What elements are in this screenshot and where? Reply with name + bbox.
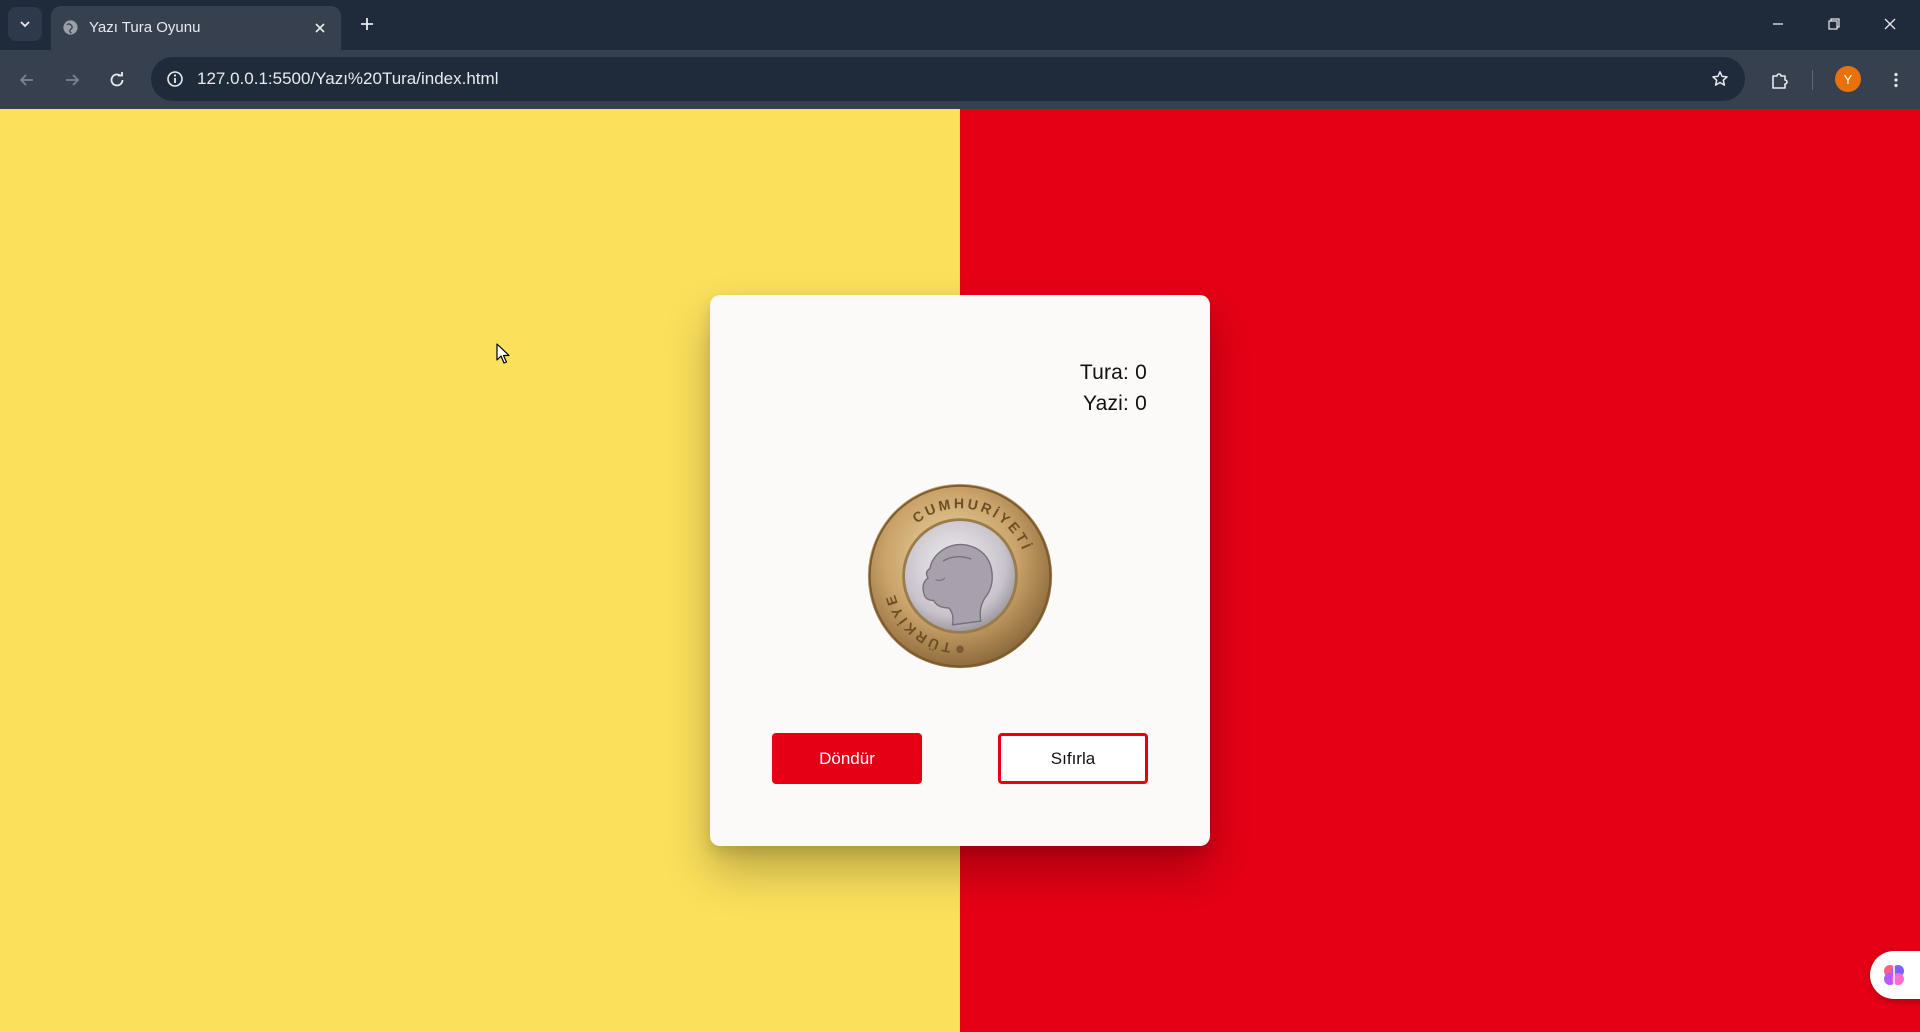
info-icon xyxy=(167,71,183,87)
plus-icon xyxy=(361,18,373,30)
tab-title: Yazı Tura Oyunu xyxy=(89,19,201,36)
restore-icon xyxy=(1828,18,1840,30)
star-icon xyxy=(1712,71,1728,86)
tab-strip: Yazı Tura Oyunu xyxy=(0,0,1920,50)
more-vert-icon xyxy=(1894,72,1898,88)
minimize-icon xyxy=(1773,23,1783,25)
puzzle-icon xyxy=(1772,73,1788,89)
reset-button[interactable]: Sıfırla xyxy=(998,733,1148,784)
bookmark-button[interactable] xyxy=(1707,66,1733,92)
reload-button[interactable] xyxy=(101,64,133,96)
extensions-button[interactable] xyxy=(1764,64,1796,96)
restore-button[interactable] xyxy=(1806,0,1862,48)
coin-image[interactable]: CUMHURİYETİ TÜRKİYE xyxy=(866,482,1054,670)
arrow-left-icon xyxy=(19,74,33,86)
minimize-button[interactable] xyxy=(1750,0,1806,48)
address-bar[interactable]: 127.0.0.1:5500/Yazı%20Tura/index.html xyxy=(151,57,1745,101)
toolbar-divider xyxy=(1812,70,1813,90)
tab-search-button[interactable] xyxy=(8,7,42,41)
arrow-right-icon xyxy=(66,74,80,86)
globe-icon xyxy=(63,20,78,35)
browser-toolbar: 127.0.0.1:5500/Yazı%20Tura/index.html xyxy=(0,50,1920,109)
page-viewport: Tura: 0 Yazi: 0 CUMHURİYETİ TÜRKİYE Dönd… xyxy=(0,109,1920,1032)
site-info-button[interactable] xyxy=(162,66,188,92)
yazi-score: Yazi: 0 xyxy=(1082,392,1147,415)
spin-button[interactable]: Döndür xyxy=(772,733,922,784)
mouse-cursor-icon xyxy=(496,343,510,364)
profile-avatar[interactable]: Y xyxy=(1835,66,1861,92)
forward-button[interactable] xyxy=(56,64,88,96)
new-tab-button[interactable] xyxy=(354,11,380,37)
game-card: Tura: 0 Yazi: 0 CUMHURİYETİ TÜRKİYE Dönd… xyxy=(710,295,1210,846)
menu-button[interactable] xyxy=(1880,64,1912,96)
browser-tab[interactable]: Yazı Tura Oyunu xyxy=(51,6,341,50)
chevron-down-icon xyxy=(20,21,30,28)
tab-close-button[interactable] xyxy=(309,17,331,39)
back-button[interactable] xyxy=(11,64,43,96)
reload-icon xyxy=(110,72,124,87)
brain-icon xyxy=(1884,965,1904,985)
close-icon xyxy=(1884,18,1896,30)
url-text[interactable]: 127.0.0.1:5500/Yazı%20Tura/index.html xyxy=(197,69,498,89)
close-window-button[interactable] xyxy=(1862,0,1918,48)
floating-assistant-button[interactable] xyxy=(1870,951,1920,999)
close-icon xyxy=(315,23,325,33)
tura-score: Tura: 0 xyxy=(1079,361,1147,384)
